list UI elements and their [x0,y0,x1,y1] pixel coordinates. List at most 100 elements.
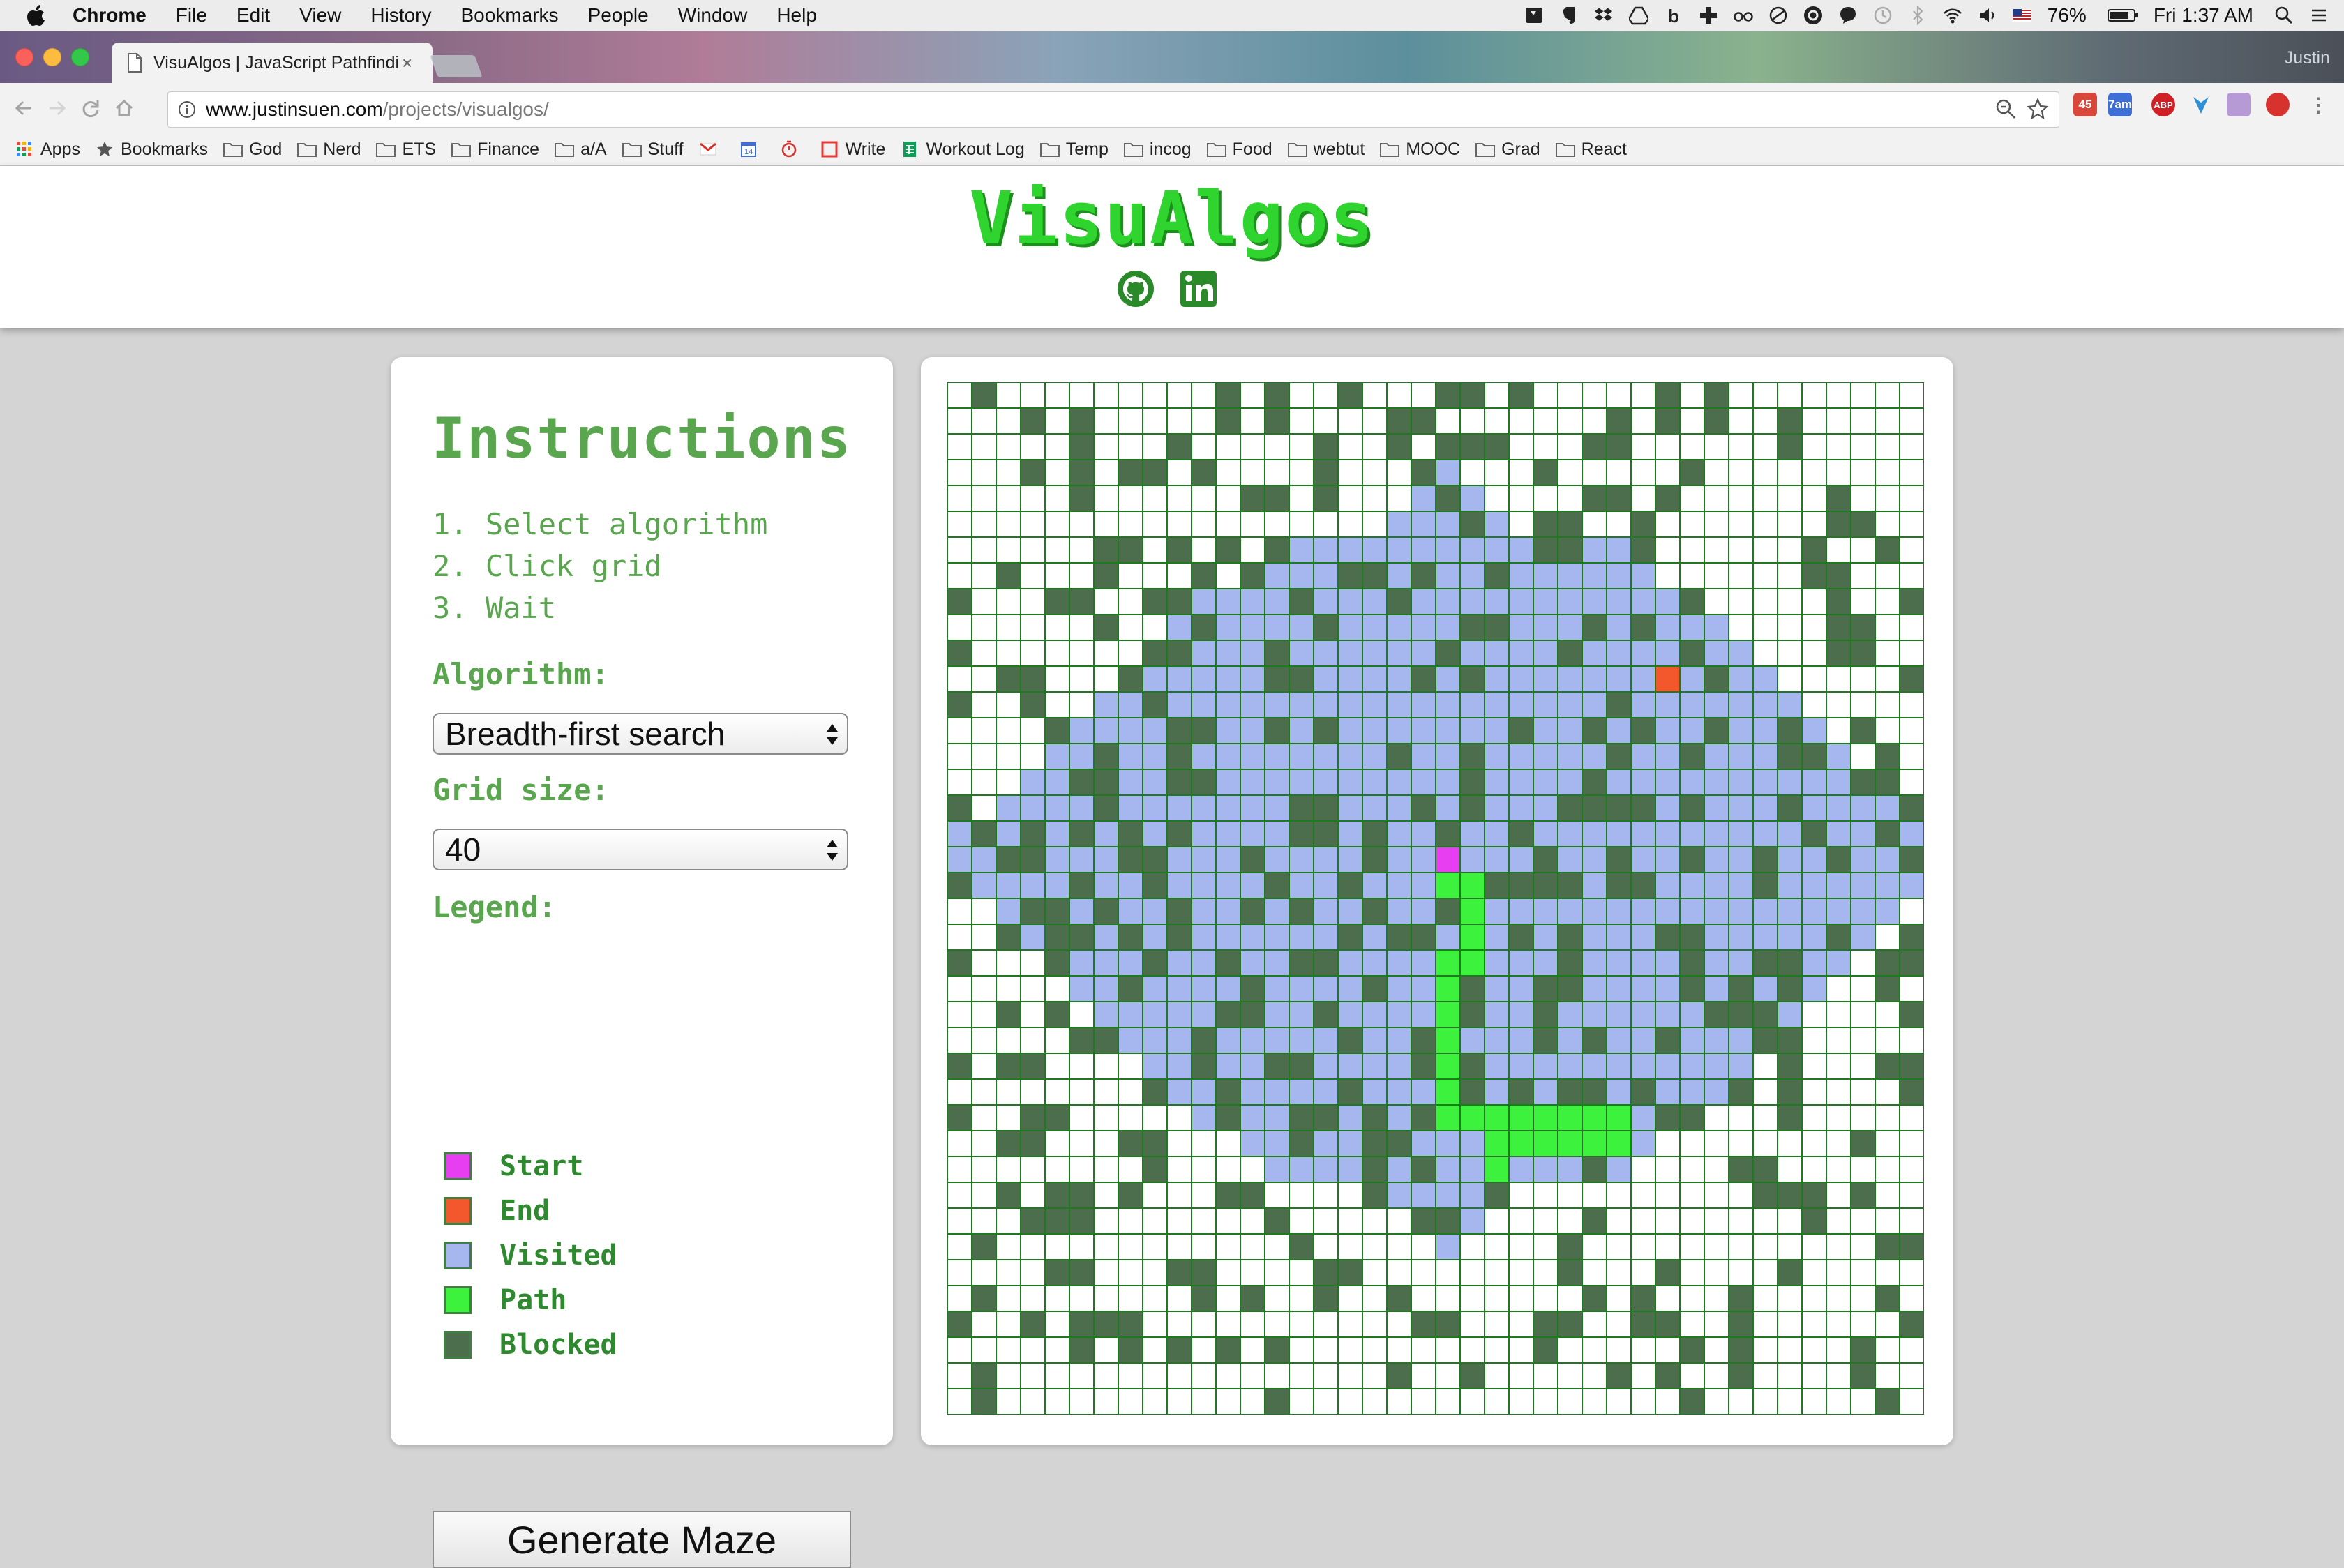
grid-cell-blocked[interactable] [1459,511,1485,538]
grid-cell-visited[interactable] [1191,924,1217,951]
grid-cell[interactable] [1215,1130,1241,1157]
grid-cell-blocked[interactable] [1875,949,1900,977]
grid-cell-blocked[interactable] [1118,1311,1143,1338]
grid-cell[interactable] [947,1362,972,1389]
grid-cell-blocked[interactable] [1166,717,1192,744]
grid-cell[interactable] [1313,1182,1339,1209]
grid-cell[interactable] [947,1027,972,1054]
grid-cell[interactable] [1044,433,1070,460]
grid-cell-blocked[interactable] [1459,1362,1485,1389]
grid-cell-visited[interactable] [1508,743,1534,770]
grid-cell-visited[interactable] [1142,1053,1168,1080]
grid-cell-blocked[interactable] [1752,872,1778,899]
grid-cell-visited[interactable] [1069,949,1095,977]
grid-cell[interactable] [947,924,972,951]
grid-cell-visited[interactable] [1606,1027,1632,1054]
grid-cell-visited[interactable] [1850,846,1876,873]
grid-cell[interactable] [1801,1233,1827,1260]
grid-cell[interactable] [1630,1336,1656,1364]
grid-cell[interactable] [1728,1104,1754,1131]
grid-cell[interactable] [1533,1388,1558,1415]
grid-cell-blocked[interactable] [1606,433,1632,460]
grid-cell[interactable] [1801,1388,1827,1415]
grid-cell[interactable] [1875,1311,1900,1338]
grid-cell-visited[interactable] [1191,1104,1217,1131]
grid-cell[interactable] [1679,536,1705,564]
grid-cell-blocked[interactable] [1850,1362,1876,1389]
grid-cell[interactable] [1801,1259,1827,1286]
grid-cell-blocked[interactable] [1459,665,1485,693]
grid-cell[interactable] [1289,1207,1314,1235]
grid-cell[interactable] [1093,1336,1119,1364]
grid-cell-visited[interactable] [1435,794,1461,822]
grid-cell-visited[interactable] [1606,924,1632,951]
grid-cell-visited[interactable] [947,846,972,873]
grid-cell-visited[interactable] [1289,691,1314,718]
grid-cell[interactable] [971,459,997,486]
grid-cell-visited[interactable] [1630,1104,1656,1131]
grid-cell-visited[interactable] [1655,794,1681,822]
grid-cell[interactable] [1411,1285,1436,1312]
grid-cell[interactable] [1801,1053,1827,1080]
grid-cell[interactable] [971,1027,997,1054]
grid-cell-visited[interactable] [1801,794,1827,822]
grid-cell[interactable] [1752,1233,1778,1260]
grid-cell-blocked[interactable] [1020,820,1046,847]
grid-cell-blocked[interactable] [1728,1336,1754,1364]
bookmark-workout-log[interactable]: Workout Log [901,140,1025,160]
grid-cell-visited[interactable] [1166,614,1192,641]
close-window-button[interactable] [15,48,33,66]
home-icon[interactable] [110,94,138,122]
chrome-menu-icon[interactable]: ⋮ [2306,93,2330,116]
grid-cell[interactable] [1166,562,1192,589]
grid-cell-blocked[interactable] [1484,562,1510,589]
grid-cell-visited[interactable] [1215,794,1241,822]
grid-cell-visited[interactable] [1411,614,1436,641]
grid-cell-visited[interactable] [1606,975,1632,1002]
grid-cell[interactable] [1704,1362,1729,1389]
grid-cell-blocked[interactable] [1020,898,1046,925]
grid-cell-visited[interactable] [1533,820,1558,847]
grid-cell-visited[interactable] [1459,536,1485,564]
grid-cell-visited[interactable] [1826,872,1851,899]
grid-cell[interactable] [1850,536,1876,564]
grid-cell[interactable] [1069,536,1095,564]
grid-cell-visited[interactable] [1240,794,1265,822]
grid-cell[interactable] [1752,1285,1778,1312]
grid-cell-visited[interactable] [1337,536,1363,564]
grid-cell-path[interactable] [1459,872,1485,899]
grid-cell-visited[interactable] [1215,717,1241,744]
grid-cell[interactable] [1557,1285,1583,1312]
grid-cell[interactable] [1655,1285,1681,1312]
grid-cell[interactable] [1606,1285,1632,1312]
grid-cell-visited[interactable] [1801,846,1827,873]
grid-cell-visited[interactable] [1777,846,1803,873]
grid-cell-visited[interactable] [1826,743,1851,770]
grid-cell-visited[interactable] [1386,614,1412,641]
grid-cell-blocked[interactable] [1069,1182,1095,1209]
grid-cell[interactable] [1386,485,1412,512]
grid-cell[interactable] [1655,1130,1681,1157]
grid-cell-blocked[interactable] [1606,485,1632,512]
grid-cell[interactable] [1679,1362,1705,1389]
grid-cell[interactable] [1289,459,1314,486]
grid-cell-blocked[interactable] [1313,614,1339,641]
grid-cell[interactable] [1191,1233,1217,1260]
grid-cell[interactable] [1289,407,1314,435]
grid-cell-visited[interactable] [1630,898,1656,925]
grid-cell-blocked[interactable] [1362,1104,1388,1131]
grid-cell-visited[interactable] [1704,975,1729,1002]
grid-cell-blocked[interactable] [1459,794,1485,822]
grid-cell-visited[interactable] [1679,769,1705,796]
grid-cell[interactable] [971,1156,997,1183]
grid-cell[interactable] [971,588,997,615]
grid-cell-visited[interactable] [1166,846,1192,873]
grid-cell[interactable] [1752,1053,1778,1080]
grid-cell-visited[interactable] [1435,665,1461,693]
grid-cell-blocked[interactable] [1630,1285,1656,1312]
grid-cell-blocked[interactable] [1411,1311,1436,1338]
grid-cell[interactable] [1826,1053,1851,1080]
grid-cell-blocked[interactable] [1313,459,1339,486]
grid-cell-blocked[interactable] [1728,1362,1754,1389]
grid-cell[interactable] [1044,640,1070,667]
